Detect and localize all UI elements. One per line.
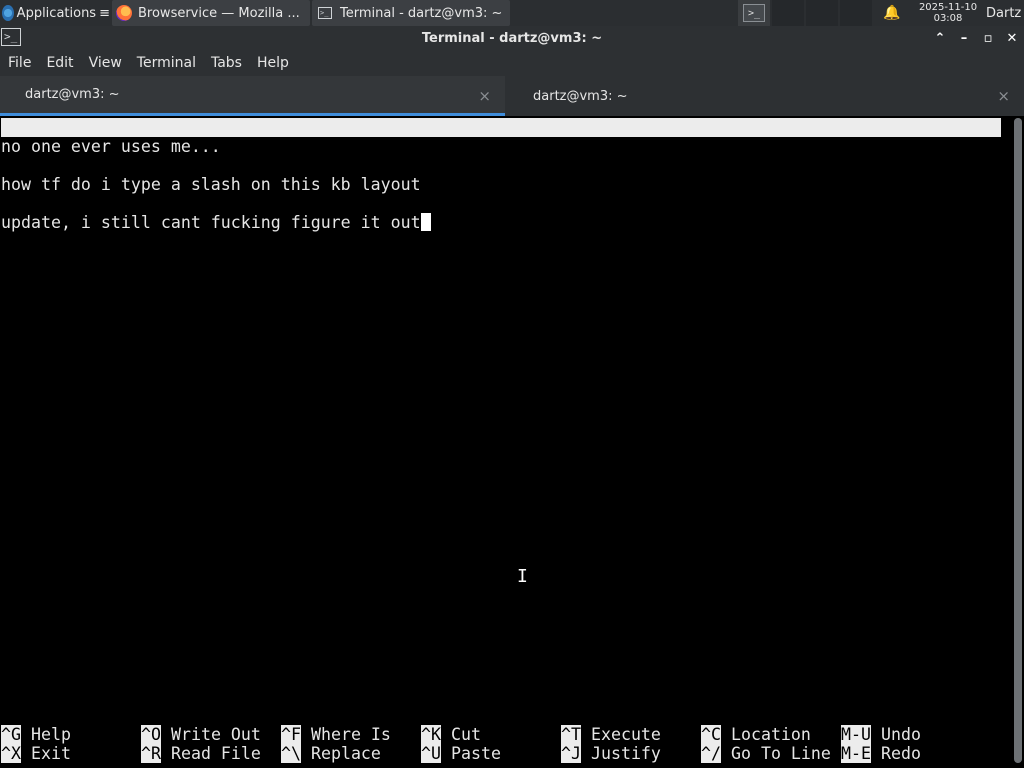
terminal-icon: >_ xyxy=(318,7,332,19)
applications-label: Applications xyxy=(16,5,97,21)
tab-1-label: dartz@vm3: ~ xyxy=(25,87,120,102)
taskbar-item-browser[interactable]: Browservice — Mozilla ... xyxy=(112,0,310,26)
nano-shortcuts-row-2: ^X Exit ^R Read File ^\ Replace ^U Paste… xyxy=(1,744,1001,763)
xfce-logo-icon xyxy=(2,5,14,21)
clock-date: 2025-11-10 xyxy=(918,2,978,13)
applications-menu-icon: ≡ xyxy=(99,5,110,21)
minimize-icon[interactable]: – xyxy=(952,26,976,50)
ibeam-cursor-icon: I xyxy=(517,566,528,587)
shortcut-execute[interactable]: ^T Execute xyxy=(561,725,661,744)
workspace-3[interactable] xyxy=(806,0,838,26)
close-icon[interactable]: ✕ xyxy=(1000,26,1024,50)
scrollbar-thumb[interactable] xyxy=(1014,118,1022,763)
shortcut-where-is[interactable]: ^F Where Is xyxy=(281,725,391,744)
menu-help[interactable]: Help xyxy=(257,55,289,71)
workspace-1[interactable]: >_ xyxy=(738,0,770,26)
taskbar-item-browser-label: Browservice — Mozilla ... xyxy=(138,5,300,21)
terminal-scrollbar[interactable] xyxy=(1014,118,1022,763)
shortcut-justify[interactable]: ^J Justify xyxy=(561,744,661,763)
maximize-icon[interactable]: ▫ xyxy=(976,26,1000,50)
tab-1[interactable]: dartz@vm3: ~ × xyxy=(0,76,505,116)
terminal-icon: >_ xyxy=(743,4,765,22)
shortcut-location[interactable]: ^C Location xyxy=(701,725,811,744)
nano-title-bar: GNU nano 8.4 New Buffer * xyxy=(1,118,1001,175)
taskbar: Applications ≡ Browservice — Mozilla ...… xyxy=(0,0,1024,26)
editor-line[interactable]: no one ever uses me... xyxy=(1,137,221,156)
terminal-app-icon[interactable]: >_ xyxy=(1,28,21,46)
window-controls: ⌃ – ▫ ✕ xyxy=(928,26,1024,50)
tab-2-label: dartz@vm3: ~ xyxy=(533,88,628,104)
window-titlebar[interactable]: >_ Terminal - dartz@vm3: ~ ⌃ – ▫ ✕ xyxy=(0,26,1024,50)
editor-line[interactable]: how tf do i type a slash on this kb layo… xyxy=(1,175,421,194)
menu-tabs[interactable]: Tabs xyxy=(211,55,242,71)
taskbar-item-terminal[interactable]: >_ Terminal - dartz@vm3: ~ xyxy=(312,0,510,26)
shortcut-undo[interactable]: M-U Undo xyxy=(841,725,921,744)
shortcut-exit[interactable]: ^X Exit xyxy=(1,744,71,763)
menu-edit[interactable]: Edit xyxy=(46,55,73,71)
shortcut-cut[interactable]: ^K Cut xyxy=(421,725,481,744)
tab-bar: dartz@vm3: ~ × dartz@vm3: ~ × xyxy=(0,76,1024,116)
shortcut-go-to-line[interactable]: ^/ Go To Line xyxy=(701,744,831,763)
shortcut-replace[interactable]: ^\ Replace xyxy=(281,744,381,763)
window-title: Terminal - dartz@vm3: ~ xyxy=(421,30,603,46)
menu-view[interactable]: View xyxy=(89,55,122,71)
clock-time: 03:08 xyxy=(933,13,963,24)
taskbar-item-terminal-label: Terminal - dartz@vm3: ~ xyxy=(340,5,503,21)
workspace-switcher: >_ xyxy=(736,0,872,26)
shortcut-write-out[interactable]: ^O Write Out xyxy=(141,725,261,744)
tab-2[interactable]: dartz@vm3: ~ × xyxy=(505,76,1024,116)
tab-close-icon[interactable]: × xyxy=(997,87,1010,105)
shortcut-paste[interactable]: ^U Paste xyxy=(421,744,501,763)
editor-line-current[interactable]: update, i still cant fucking figure it o… xyxy=(1,213,431,232)
user-menu[interactable]: Dartz xyxy=(984,0,1024,26)
menu-terminal[interactable]: Terminal xyxy=(137,55,196,71)
shortcut-read-file[interactable]: ^R Read File xyxy=(141,744,261,763)
workspace-2[interactable] xyxy=(772,0,804,26)
workspace-4[interactable] xyxy=(840,0,872,26)
firefox-icon xyxy=(116,5,132,21)
nano-buffer-name: New Buffer * xyxy=(471,156,591,175)
shortcut-help[interactable]: ^G Help xyxy=(1,725,71,744)
shortcut-redo[interactable]: M-E Redo xyxy=(841,744,921,763)
nano-shortcuts-row-1: ^G Help ^O Write Out ^F Where Is ^K Cut … xyxy=(1,725,1001,744)
terminal-view[interactable]: GNU nano 8.4 New Buffer * no one ever us… xyxy=(0,116,1024,768)
clock[interactable]: 2025-11-10 03:08 xyxy=(912,0,984,26)
menu-bar: File Edit View Terminal Tabs Help xyxy=(0,50,1024,76)
applications-menu-button[interactable]: Applications ≡ xyxy=(0,0,110,26)
menu-file[interactable]: File xyxy=(8,55,31,71)
editor-line-text: update, i still cant fucking figure it o… xyxy=(1,213,421,232)
shade-up-icon[interactable]: ⌃ xyxy=(928,26,952,50)
notification-bell-icon[interactable]: 🔔 xyxy=(872,0,912,26)
text-cursor xyxy=(420,213,431,231)
tab-close-icon[interactable]: × xyxy=(478,87,491,105)
